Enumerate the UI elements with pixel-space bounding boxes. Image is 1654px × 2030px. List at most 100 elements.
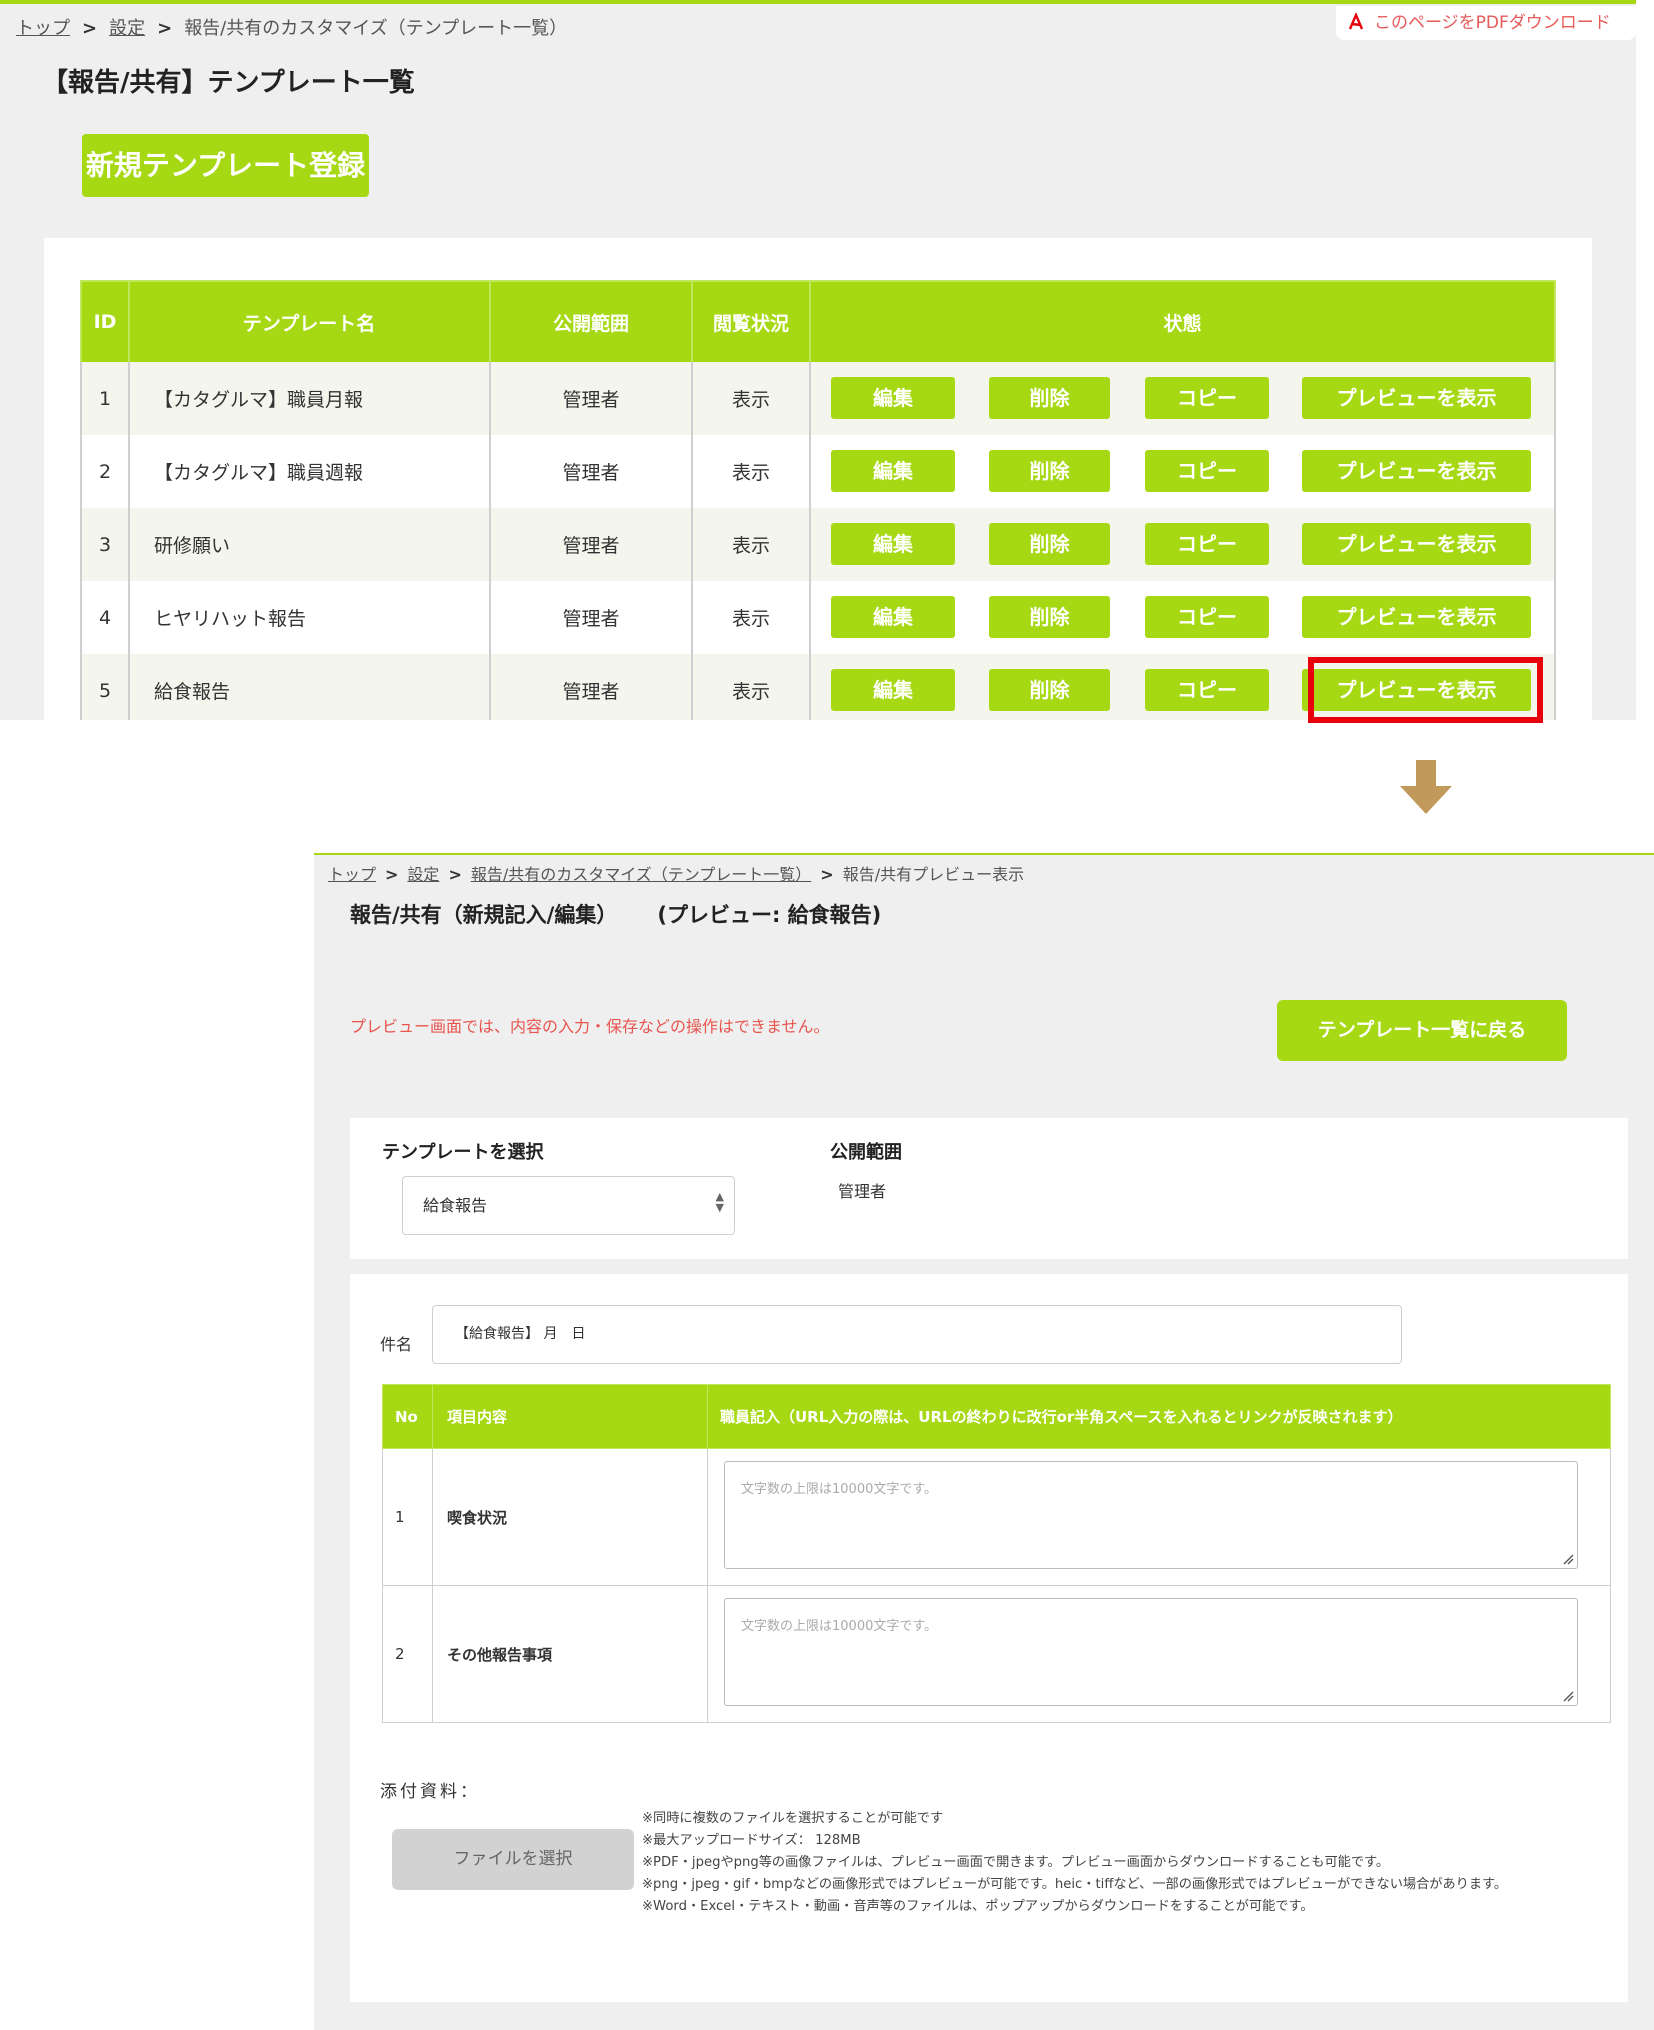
- row-id: 5: [80, 654, 130, 720]
- row-view: 表示: [691, 435, 811, 508]
- subject-input[interactable]: 【給食報告】 月 日: [432, 1305, 1402, 1364]
- col-header-id: ID: [80, 280, 130, 362]
- page-title-main: 報告/共有（新規記入/編集）: [350, 903, 618, 927]
- template-select[interactable]: 給食報告 ▲ ▼: [402, 1176, 735, 1235]
- template-table: ID テンプレート名 公開範囲 閲覧状況 状態 1 【カタグルマ】職員月報 管理…: [80, 280, 1556, 720]
- note-line: ※同時に複数のファイルを選択することが可能です: [642, 1811, 944, 1826]
- row-actions: 編集 削除 コピー プレビューを表示: [809, 362, 1556, 435]
- breadcrumb: トップ > 設定 > 報告/共有のカスタマイズ（テンプレート一覧） > 報告/共有プレビュー…: [328, 865, 1025, 884]
- breadcrumb: トップ > 設定 > 報告/共有のカスタマイズ（テンプレート一覧）: [16, 18, 568, 39]
- col-header-scope: 公開範囲: [489, 280, 693, 362]
- page-title: 【報告/共有】テンプレート一覧: [42, 68, 415, 98]
- breadcrumb-settings[interactable]: 設定: [407, 865, 439, 884]
- template-list-screen: トップ > 設定 > 報告/共有のカスタマイズ（テンプレート一覧） このページをPDFダ…: [0, 0, 1636, 720]
- table-row: 1 【カタグルマ】職員月報 管理者 表示 編集 削除 コピー プレビューを表示: [80, 362, 1556, 435]
- file-select-button[interactable]: ファイルを選択: [392, 1829, 634, 1890]
- copy-button[interactable]: コピー: [1145, 450, 1269, 492]
- preview-button[interactable]: プレビューを表示: [1302, 377, 1531, 419]
- breadcrumb-template-list[interactable]: 報告/共有のカスタマイズ（テンプレート一覧）: [471, 865, 811, 884]
- table-row: 3 研修願い 管理者 表示 編集 削除 コピー プレビューを表示: [80, 508, 1556, 581]
- textarea-placeholder: 文字数の上限は10000文字です。: [741, 1619, 938, 1634]
- delete-button[interactable]: 削除: [989, 377, 1110, 419]
- scope-value: 管理者: [838, 1182, 887, 1201]
- note-line: ※PDF・jpegやpng等の画像ファイルは、プレビュー画面で開きます。プレビュ…: [642, 1855, 1390, 1870]
- delete-button[interactable]: 削除: [989, 523, 1110, 565]
- edit-button[interactable]: 編集: [831, 596, 955, 638]
- preview-title: (プレビュー: 給食報告): [657, 903, 882, 927]
- item-table: No 項目内容 職員記入（URL入力の際は、URLの終わりに改行or半角スペース…: [382, 1384, 1611, 1723]
- preview-button[interactable]: プレビューを表示: [1302, 523, 1531, 565]
- note-line: ※Word・Excel・テキスト・動画・音声等のファイルは、ポップアップからダウ…: [642, 1899, 1314, 1914]
- resize-grip-icon[interactable]: [1562, 1690, 1574, 1702]
- breadcrumb-top[interactable]: トップ: [328, 865, 376, 884]
- delete-button[interactable]: 削除: [989, 596, 1110, 638]
- pdf-download-link[interactable]: このページをPDFダウンロード: [1336, 6, 1636, 40]
- template-select-panel: テンプレートを選択 給食報告 ▲ ▼ 公開範囲 管理者: [350, 1118, 1628, 1259]
- subject-label: 件名: [380, 1335, 413, 1354]
- row-name: 【カタグルマ】職員月報: [128, 362, 491, 435]
- select-arrows-icon: ▲ ▼: [715, 1190, 724, 1214]
- copy-button[interactable]: コピー: [1145, 596, 1269, 638]
- row-view: 表示: [691, 581, 811, 654]
- row-entry: 文字数の上限は10000文字です。: [707, 1448, 1611, 1586]
- copy-button[interactable]: コピー: [1145, 669, 1269, 711]
- preview-notice: プレビュー画面では、内容の入力・保存などの操作はできません。: [350, 1017, 830, 1036]
- row-scope: 管理者: [489, 508, 693, 581]
- breadcrumb-current: 報告/共有プレビュー表示: [842, 865, 1025, 884]
- note-line: ※png・jpeg・gif・bmpなどの画像形式ではプレビューが可能です。hei…: [642, 1877, 1508, 1892]
- delete-button[interactable]: 削除: [989, 669, 1110, 711]
- resize-grip-icon[interactable]: [1562, 1553, 1574, 1565]
- preview-button[interactable]: プレビューを表示: [1302, 596, 1531, 638]
- note-line: ※最大アップロードサイズ： 128MB: [642, 1833, 861, 1848]
- row-actions: 編集 削除 コピー プレビューを表示: [809, 435, 1556, 508]
- row-name: 【カタグルマ】職員週報: [128, 435, 491, 508]
- delete-button[interactable]: 削除: [989, 450, 1110, 492]
- col-header-view: 閲覧状況: [691, 280, 811, 362]
- breadcrumb-top[interactable]: トップ: [16, 18, 70, 39]
- row-view: 表示: [691, 654, 811, 720]
- row-item: その他報告事項: [432, 1585, 708, 1723]
- template-table-panel: ID テンプレート名 公開範囲 閲覧状況 状態 1 【カタグルマ】職員月報 管理…: [44, 238, 1592, 720]
- textarea-placeholder: 文字数の上限は10000文字です。: [741, 1482, 938, 1497]
- row-no: 1: [382, 1448, 433, 1586]
- breadcrumb-settings[interactable]: 設定: [109, 18, 145, 39]
- row-actions: 編集 削除 コピー プレビューを表示: [809, 581, 1556, 654]
- col-header-entry: 職員記入（URL入力の際は、URLの終わりに改行or半角スペースを入れるとリンク…: [707, 1384, 1611, 1449]
- entry-textarea[interactable]: 文字数の上限は10000文字です。: [724, 1598, 1578, 1706]
- row-scope: 管理者: [489, 581, 693, 654]
- edit-button[interactable]: 編集: [831, 377, 955, 419]
- row-scope: 管理者: [489, 362, 693, 435]
- edit-button[interactable]: 編集: [831, 450, 955, 492]
- preview-screen: トップ > 設定 > 報告/共有のカスタマイズ（テンプレート一覧） > 報告/共有プレビュー…: [314, 853, 1654, 2030]
- entry-textarea[interactable]: 文字数の上限は10000文字です。: [724, 1461, 1578, 1569]
- copy-button[interactable]: コピー: [1145, 523, 1269, 565]
- copy-button[interactable]: コピー: [1145, 377, 1269, 419]
- col-header-name: テンプレート名: [128, 280, 491, 362]
- row-item: 喫食状況: [432, 1448, 708, 1586]
- highlight-box: [1308, 657, 1543, 723]
- col-header-no: No: [382, 1384, 433, 1449]
- back-to-list-button[interactable]: テンプレート一覧に戻る: [1277, 1000, 1567, 1061]
- preview-button[interactable]: プレビューを表示: [1302, 450, 1531, 492]
- row-scope: 管理者: [489, 435, 693, 508]
- row-view: 表示: [691, 362, 811, 435]
- pdf-download-label: このページをPDFダウンロード: [1374, 13, 1611, 33]
- new-template-button[interactable]: 新規テンプレート登録: [82, 134, 369, 197]
- row-id: 4: [80, 581, 130, 654]
- row-no: 2: [382, 1585, 433, 1723]
- table-row: 2 【カタグルマ】職員週報 管理者 表示 編集 削除 コピー プレビューを表示: [80, 435, 1556, 508]
- row-actions: 編集 削除 コピー プレビューを表示: [809, 508, 1556, 581]
- attachment-label: 添付資料：: [380, 1782, 480, 1802]
- edit-button[interactable]: 編集: [831, 523, 955, 565]
- template-select-label: テンプレートを選択: [382, 1142, 544, 1163]
- edit-button[interactable]: 編集: [831, 669, 955, 711]
- row-name: ヒヤリハット報告: [128, 581, 491, 654]
- row-entry: 文字数の上限は10000文字です。: [707, 1585, 1611, 1723]
- row-name: 給食報告: [128, 654, 491, 720]
- page-title: 報告/共有（新規記入/編集） (プレビュー: 給食報告): [350, 899, 881, 929]
- row-name: 研修願い: [128, 508, 491, 581]
- pdf-icon: [1348, 13, 1364, 30]
- col-header-state: 状態: [809, 280, 1556, 362]
- row-id: 3: [80, 508, 130, 581]
- attachment-notes: ※同時に複数のファイルを選択することが可能です ※最大アップロードサイズ： 12…: [642, 1808, 1582, 1918]
